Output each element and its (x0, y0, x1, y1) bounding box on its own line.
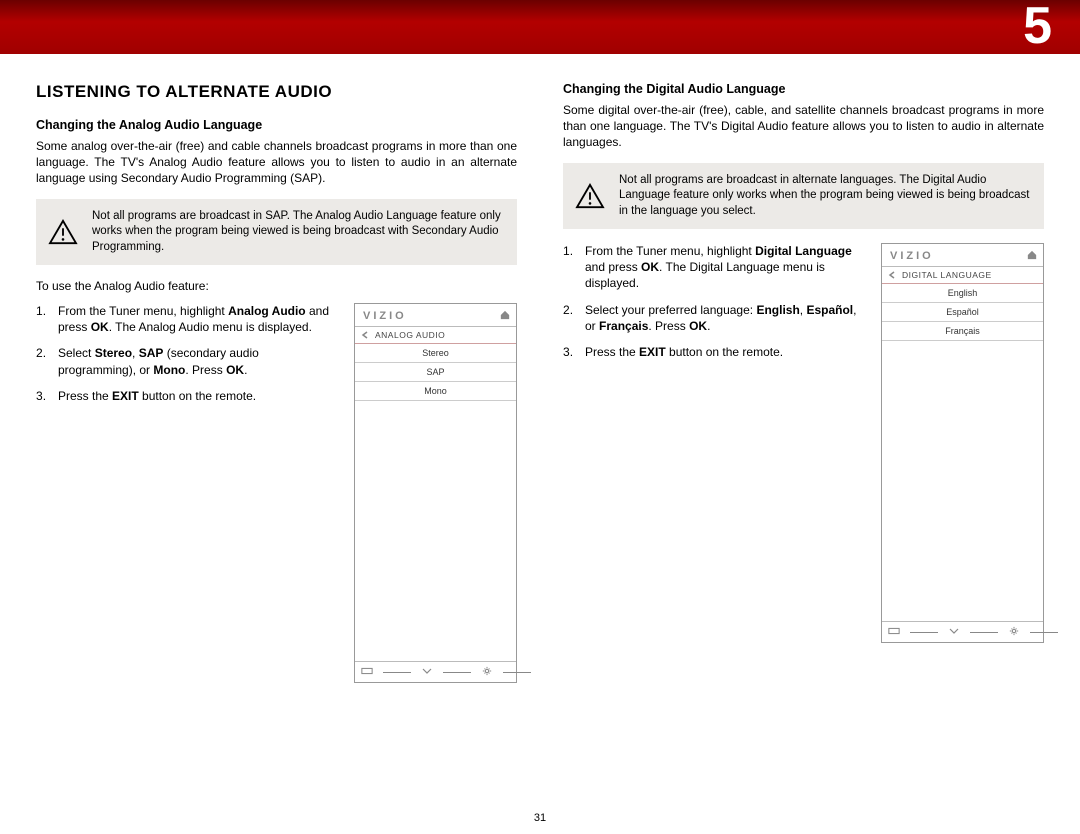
osd-item: English (882, 284, 1043, 303)
back-caret-icon (361, 331, 369, 339)
section-heading: LISTENING TO ALTERNATE AUDIO (36, 82, 517, 102)
osd-menu-title: DIGITAL LANGUAGE (902, 270, 992, 280)
digital-warning-box: Not all programs are broadcast in altern… (563, 163, 1044, 230)
left-column: LISTENING TO ALTERNATE AUDIO Changing th… (36, 82, 517, 683)
analog-steps-list: From the Tuner menu, highlight Analog Au… (36, 303, 338, 414)
osd-header: VIZIO (882, 244, 1043, 267)
gear-icon (481, 666, 493, 678)
analog-step-1: From the Tuner menu, highlight Analog Au… (36, 303, 338, 335)
digital-step-3: Press the EXIT button on the remote. (563, 344, 865, 360)
chevron-down-icon (421, 666, 433, 678)
right-column: Changing the Digital Audio Language Some… (563, 82, 1044, 683)
chevron-down-icon (948, 626, 960, 638)
home-icon (500, 310, 510, 322)
analog-step-3: Press the EXIT button on the remote. (36, 388, 338, 404)
analog-warning-box: Not all programs are broadcast in SAP. T… (36, 199, 517, 266)
digital-osd-mockup: VIZIO DIGITAL LANGUAGE English Español F… (881, 243, 1044, 643)
subsection-heading-analog: Changing the Analog Audio Language (36, 118, 517, 132)
osd-item: Español (882, 303, 1043, 322)
digital-step-1: From the Tuner menu, highlight Digital L… (563, 243, 865, 292)
osd-footer (355, 661, 516, 682)
osd-brand-label: VIZIO (363, 310, 407, 322)
osd-footer (882, 621, 1043, 642)
digital-step-2: Select your preferred language: English,… (563, 302, 865, 334)
gear-icon (1008, 626, 1020, 638)
page-number: 31 (0, 812, 1080, 824)
osd-menu-title: ANALOG AUDIO (375, 330, 445, 340)
analog-warning-text: Not all programs are broadcast in SAP. T… (92, 209, 505, 256)
subsection-heading-digital: Changing the Digital Audio Language (563, 82, 1044, 96)
osd-brand-label: VIZIO (890, 250, 934, 262)
analog-osd-mockup: VIZIO ANALOG AUDIO Stereo SAP Mono (354, 303, 517, 683)
digital-warning-text: Not all programs are broadcast in altern… (619, 173, 1032, 220)
page-content: LISTENING TO ALTERNATE AUDIO Changing th… (0, 54, 1080, 693)
osd-title-row: ANALOG AUDIO (355, 327, 516, 344)
analog-lead-text: To use the Analog Audio feature: (36, 279, 517, 293)
warning-icon (575, 183, 605, 209)
wide-icon (361, 666, 373, 678)
analog-intro-paragraph: Some analog over-the-air (free) and cabl… (36, 138, 517, 187)
osd-item: Français (882, 322, 1043, 341)
back-caret-icon (888, 271, 896, 279)
osd-title-row: DIGITAL LANGUAGE (882, 267, 1043, 284)
chapter-number: 5 (1023, 0, 1052, 56)
analog-step-2: Select Stereo, SAP (secondary audio prog… (36, 345, 338, 377)
digital-steps-list: From the Tuner menu, highlight Digital L… (563, 243, 865, 370)
digital-intro-paragraph: Some digital over-the-air (free), cable,… (563, 102, 1044, 151)
home-icon (1027, 250, 1037, 262)
wide-icon (888, 626, 900, 638)
osd-item: SAP (355, 363, 516, 382)
chapter-header-bar: 5 (0, 0, 1080, 54)
osd-item: Mono (355, 382, 516, 401)
osd-item: Stereo (355, 344, 516, 363)
osd-header: VIZIO (355, 304, 516, 327)
warning-icon (48, 219, 78, 245)
